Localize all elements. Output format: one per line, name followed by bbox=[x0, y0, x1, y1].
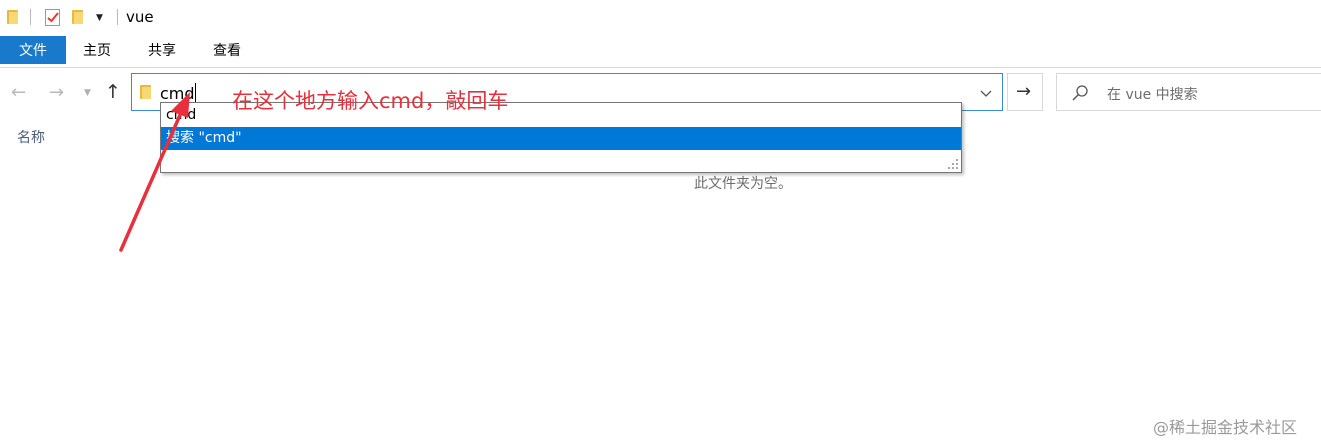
column-header-name[interactable]: 名称 bbox=[17, 127, 45, 147]
up-button[interactable]: ↑ bbox=[105, 81, 121, 103]
folder-icon bbox=[140, 85, 151, 99]
back-button[interactable]: ← bbox=[11, 82, 26, 103]
search-icon bbox=[1072, 85, 1088, 101]
window-title: vue bbox=[126, 8, 154, 26]
ribbon-tabs: 文件 主页 共享 查看 bbox=[0, 36, 1321, 68]
customize-toolbar-icon[interactable]: ▼ bbox=[96, 13, 103, 23]
tab-view[interactable]: 查看 bbox=[213, 36, 241, 64]
separator bbox=[30, 9, 31, 25]
search-placeholder: 在 vue 中搜索 bbox=[1107, 87, 1198, 103]
empty-folder-message: 此文件夹为空。 bbox=[694, 176, 792, 192]
properties-icon[interactable] bbox=[45, 9, 60, 26]
annotation-text: 在这个地方输入cmd，敲回车 bbox=[232, 89, 509, 113]
new-folder-icon[interactable] bbox=[72, 10, 83, 24]
tab-share[interactable]: 共享 bbox=[148, 36, 176, 64]
tab-home[interactable]: 主页 bbox=[83, 36, 111, 64]
address-history-icon[interactable] bbox=[980, 86, 992, 102]
go-button[interactable]: → bbox=[1007, 73, 1043, 111]
folder-icon bbox=[7, 10, 18, 24]
resize-grip-icon[interactable] bbox=[948, 159, 958, 169]
tab-file[interactable]: 文件 bbox=[0, 36, 66, 64]
autocomplete-item-selected[interactable]: 搜索 "cmd" bbox=[161, 127, 961, 150]
forward-button[interactable]: → bbox=[49, 82, 64, 103]
search-box[interactable]: 在 vue 中搜索 bbox=[1056, 73, 1321, 111]
arrow-right-icon: → bbox=[1016, 81, 1032, 102]
watermark: @稀土掘金技术社区 bbox=[1153, 418, 1298, 437]
separator bbox=[117, 9, 118, 25]
recent-locations-icon[interactable]: ▼ bbox=[84, 88, 91, 98]
address-input[interactable]: cmd bbox=[160, 83, 196, 103]
title-bar: ▼ vue bbox=[0, 0, 1321, 36]
